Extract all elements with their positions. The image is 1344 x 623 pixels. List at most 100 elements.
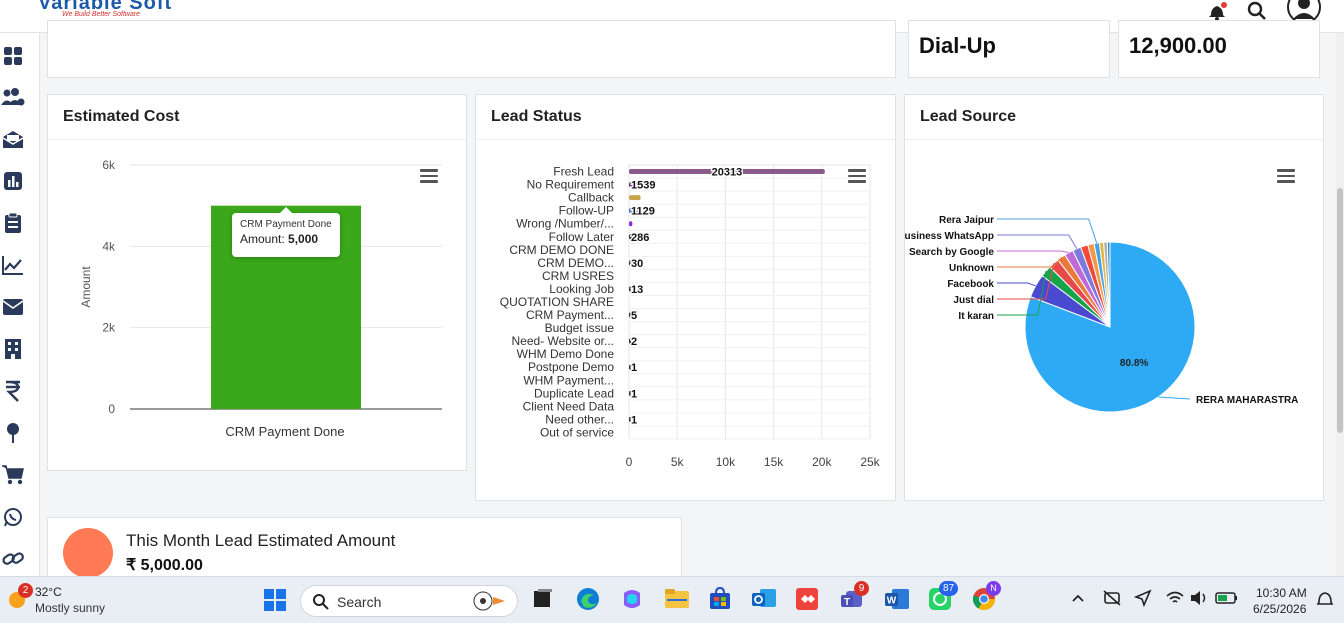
weather-widget[interactable]: 2: [6, 583, 33, 616]
category-label: Need- Website or...: [512, 334, 615, 348]
data-label: 1539: [631, 180, 655, 192]
outlook-icon[interactable]: [751, 587, 777, 616]
taskbar-search-box[interactable]: Search: [300, 585, 518, 617]
anydesk-icon[interactable]: [795, 587, 819, 616]
whatsapp-taskbar-icon[interactable]: 87: [928, 581, 958, 616]
data-label: 5: [631, 310, 637, 322]
pie-name-label: It karan: [958, 311, 994, 322]
leader-line: [997, 218, 1098, 244]
pie-name-label: Just dial: [953, 295, 994, 306]
category-label: WHM Payment...: [523, 373, 614, 387]
building-icon[interactable]: [0, 336, 26, 362]
y-tick-label: 0: [108, 402, 115, 416]
category-label: Looking Job: [549, 282, 614, 296]
teams-icon[interactable]: T 9: [840, 581, 869, 616]
wifi-icon[interactable]: [1166, 590, 1184, 611]
x-tick-label: 0: [626, 455, 633, 469]
category-label: Client Need Data: [523, 399, 615, 413]
file-explorer-icon[interactable]: [664, 587, 690, 614]
tooltip-label: Amount:: [240, 232, 285, 246]
pie-name-label: Rera Jaipur: [939, 215, 994, 226]
page-scrollbar[interactable]: [1336, 33, 1344, 576]
category-label: CRM DEMO DONE: [509, 243, 614, 257]
bar-2[interactable]: [629, 195, 641, 201]
dashboard-icon[interactable]: [0, 43, 26, 69]
plot-border: [628, 164, 871, 440]
month-estimate-amount: ₹ 5,000.00: [126, 557, 203, 574]
cart-icon[interactable]: [0, 462, 26, 488]
edge-icon[interactable]: [576, 587, 600, 616]
category-label: Postpone Demo: [528, 360, 614, 374]
category-label: CRM Payment...: [526, 308, 614, 322]
data-label: 20313: [712, 167, 743, 179]
leader-line: [1158, 396, 1191, 400]
stat-value-dialup: Dial-Up: [919, 33, 996, 58]
analytics-icon[interactable]: [0, 252, 26, 278]
category-label: No Requirement: [527, 178, 615, 192]
whatsapp-icon[interactable]: [0, 504, 26, 530]
battery-icon[interactable]: [1215, 590, 1239, 611]
data-label: 1129: [631, 206, 655, 218]
chart-tooltip: CRM Payment Done Amount: 5,000: [232, 207, 340, 257]
brand-tagline: We Build Better Software: [62, 11, 141, 18]
inbox-icon[interactable]: [0, 126, 26, 152]
tooltip-arrow: [280, 207, 292, 213]
windows-taskbar: 2 32°C Mostly sunny Search T 9 W 87 N 10…: [0, 576, 1344, 623]
bar-4[interactable]: [629, 221, 633, 227]
pie-name-label: Business WhatsApp: [905, 231, 994, 242]
teams-badge: 9: [854, 581, 869, 596]
pie-name-label: Search by Google: [909, 247, 994, 258]
lead-source-card: Lead Source 80.8% RERA MAHARASTRA Facebook…: [904, 94, 1324, 501]
clock-date[interactable]: 6/25/2026: [1253, 602, 1306, 616]
data-label: 30: [631, 258, 643, 270]
taskview-icon[interactable]: [532, 587, 554, 614]
category-label: Callback: [568, 191, 615, 205]
word-icon[interactable]: W: [884, 587, 910, 616]
clock-time[interactable]: 10:30 AM: [1256, 586, 1307, 600]
svg-text:T: T: [844, 597, 850, 608]
y-tick-label: 2k: [102, 321, 116, 335]
chrome-icon[interactable]: N: [972, 581, 1001, 616]
link-icon[interactable]: [0, 546, 26, 572]
stat-card-dialup: Dial-Up: [908, 20, 1110, 78]
scrollbar-thumb[interactable]: [1337, 188, 1343, 433]
month-estimate-avatar: [63, 528, 113, 578]
mail-icon[interactable]: [0, 294, 26, 320]
users-icon[interactable]: [0, 84, 26, 110]
category-label: Need other...: [545, 412, 614, 426]
lead-status-card: Lead Status Fresh Lead No Requirement Call…: [475, 94, 896, 501]
lead-source-chart: 80.8% RERA MAHARASTRA Facebook It karan Just…: [905, 215, 1298, 413]
store-icon[interactable]: [708, 586, 732, 616]
category-label: QUOTATION SHARE: [500, 295, 614, 309]
notification-center-icon[interactable]: [1316, 590, 1334, 613]
tooltip-value: 5,000: [288, 232, 319, 246]
leader-line: [997, 282, 1036, 287]
estimated-cost-card: Estimated Cost 0 2k 4k 6k Amount CRM Paymen…: [47, 94, 467, 471]
top-wide-card: [47, 20, 896, 78]
location-icon[interactable]: [1133, 589, 1152, 612]
estimated-cost-ylabel: Amount: [79, 266, 93, 308]
category-label: Duplicate Lead: [534, 386, 614, 400]
x-tick-label: 10k: [716, 455, 736, 469]
windows-icon: [264, 589, 286, 611]
clipboard-icon[interactable]: [0, 210, 26, 236]
copilot-icon[interactable]: [620, 587, 644, 616]
taskbar-search-placeholder: Search: [337, 594, 382, 610]
x-tick-label: 20k: [812, 455, 832, 469]
brand-logo[interactable]: Variable Soft We Build Better Software: [38, 0, 172, 18]
pie-value-label: 80.8%: [1120, 358, 1148, 369]
data-label: 1: [631, 362, 637, 374]
volume-icon[interactable]: [1190, 590, 1210, 611]
sidebar: [0, 33, 40, 576]
lead-status-chart: Fresh LeadNo RequirementCallbackFollow-U…: [500, 164, 881, 469]
svg-text:W: W: [887, 596, 897, 607]
category-label: Wrong /Number/...: [516, 217, 614, 231]
no-network-icon[interactable]: [1102, 589, 1122, 612]
chevron-up-icon[interactable]: [1071, 591, 1085, 609]
pin-icon[interactable]: [0, 420, 26, 446]
rupee-icon[interactable]: [0, 378, 26, 404]
pie-name-label: Unknown: [949, 263, 994, 274]
start-button[interactable]: [263, 588, 287, 617]
data-label: 1: [631, 414, 637, 426]
reports-icon[interactable]: [0, 168, 26, 194]
